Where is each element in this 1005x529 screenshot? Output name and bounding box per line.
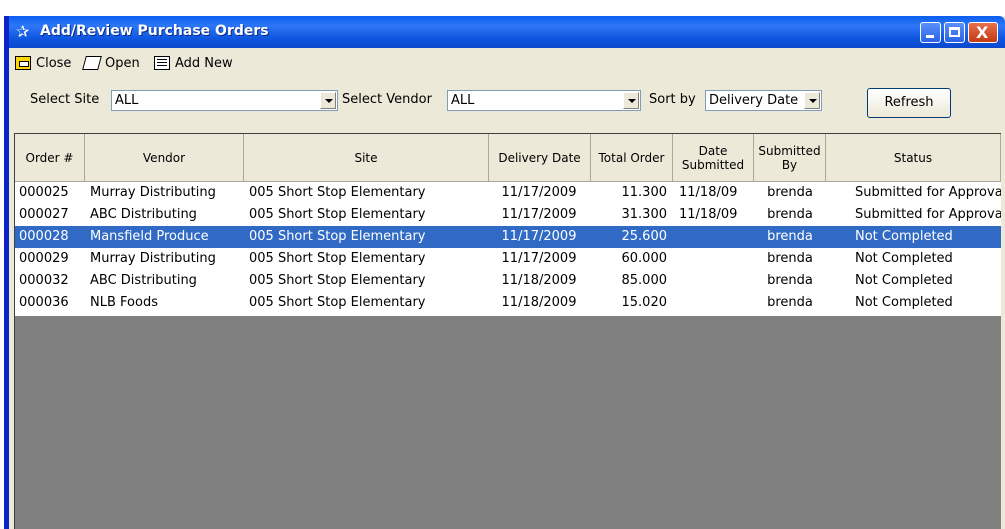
col-header-site[interactable]: Site (244, 134, 489, 182)
cell-submitted-by: brenda (767, 295, 813, 310)
cell-site: 005 Short Stop Elementary (249, 251, 426, 266)
table-row[interactable]: 000032 ABC Distributing 005 Short Stop Ele… (15, 270, 1001, 292)
grid-rows: 000025 Murray Distributing 005 Short Stop … (15, 182, 1001, 316)
chevron-down-icon[interactable] (320, 92, 336, 109)
minimize-icon (926, 35, 934, 38)
close-window-button[interactable]: X (968, 22, 998, 43)
vendor-select-value: ALL (451, 93, 475, 108)
cell-vendor: NLB Foods (90, 295, 158, 310)
cell-total-order: 25.600 (621, 229, 668, 244)
table-row[interactable]: 000036 NLB Foods 005 Short Stop Elementary… (15, 292, 1001, 314)
cell-status: Submitted for Approval (855, 185, 1001, 200)
site-select-value: ALL (115, 93, 139, 108)
cell-site: 005 Short Stop Elementary (249, 229, 426, 244)
star-icon: ✰ (16, 22, 30, 41)
cell-total-order: 60.000 (621, 251, 668, 266)
cell-delivery-date: 11/18/2009 (501, 295, 577, 310)
sort-by-value: Delivery Date (709, 93, 799, 108)
cell-delivery-date: 11/17/2009 (501, 251, 577, 266)
cell-date-submitted (679, 226, 751, 248)
col-header-order[interactable]: Order # (15, 134, 85, 182)
cell-site: 005 Short Stop Elementary (249, 295, 426, 310)
cell-site: 005 Short Stop Elementary (249, 273, 426, 288)
cell-date-submitted: 11/18/09 (679, 207, 738, 222)
maximize-button[interactable] (944, 22, 965, 43)
cell-total-order: 15.020 (621, 295, 668, 310)
chevron-down-icon[interactable] (623, 92, 639, 109)
cell-site: 005 Short Stop Elementary (249, 207, 426, 222)
refresh-button[interactable]: Refresh (867, 88, 951, 118)
cell-order: 000036 (19, 295, 69, 310)
cell-status: Submitted for Approval (855, 207, 1001, 222)
orders-grid: Order # Vendor Site Delivery Date Total … (14, 133, 1001, 529)
close-form-icon (15, 56, 31, 70)
cell-total-order: 85.000 (621, 273, 668, 288)
table-row[interactable]: 000027 ABC Distributing 005 Short Stop Ele… (15, 204, 1001, 226)
cell-vendor: Murray Distributing (90, 251, 216, 266)
add-new-label: Add New (175, 55, 233, 71)
cell-site: 005 Short Stop Elementary (249, 185, 426, 200)
add-document-icon (154, 56, 170, 70)
cell-submitted-by: brenda (767, 207, 813, 222)
cell-delivery-date: 11/17/2009 (501, 229, 577, 244)
col-header-submitted-by[interactable]: Submitted By (754, 134, 826, 182)
select-vendor-label: Select Vendor (342, 92, 432, 107)
cell-status: Not Completed (855, 229, 953, 244)
open-label: Open (105, 55, 140, 71)
grid-header: Order # Vendor Site Delivery Date Total … (15, 134, 1001, 182)
close-button[interactable]: Close (15, 53, 71, 73)
open-button[interactable]: Open (82, 53, 140, 73)
toolbar: Close Open Add New (9, 49, 1005, 75)
cell-vendor: ABC Distributing (90, 207, 197, 222)
cell-vendor: Mansfield Produce (90, 229, 209, 244)
cell-date-submitted (679, 292, 751, 314)
cell-date-submitted: 11/18/09 (679, 185, 738, 200)
add-new-button[interactable]: Add New (154, 53, 233, 73)
table-row[interactable]: 000029 Murray Distributing 005 Short Stop … (15, 248, 1001, 270)
maximize-icon (949, 27, 960, 37)
filter-bar: Select Site ALL Select Vendor ALL Sort b… (9, 78, 1005, 138)
cell-date-submitted (679, 270, 751, 292)
cell-submitted-by: brenda (767, 251, 813, 266)
cell-delivery-date: 11/17/2009 (501, 185, 577, 200)
close-label: Close (36, 55, 72, 71)
cell-order: 000027 (19, 207, 69, 222)
window-left-border (4, 16, 9, 529)
site-select[interactable]: ALL (111, 90, 338, 111)
cell-status: Not Completed (855, 273, 953, 288)
cell-order: 000032 (19, 273, 69, 288)
window-title: Add/Review Purchase Orders (40, 23, 269, 39)
table-row[interactable]: 000028 Mansfield Produce 005 Short Stop El… (15, 226, 1001, 248)
cell-order: 000028 (19, 229, 69, 244)
vendor-select[interactable]: ALL (447, 90, 641, 111)
cell-submitted-by: brenda (767, 273, 813, 288)
table-row[interactable]: 000025 Murray Distributing 005 Short Stop … (15, 182, 1001, 204)
cell-status: Not Completed (855, 251, 953, 266)
open-folder-icon (82, 56, 102, 70)
col-header-vendor[interactable]: Vendor (85, 134, 244, 182)
cell-status: Not Completed (855, 295, 953, 310)
cell-total-order: 31.300 (621, 207, 668, 222)
sort-by-label: Sort by (649, 92, 696, 107)
minimize-button[interactable] (920, 22, 941, 43)
title-bar[interactable]: ✰ Add/Review Purchase Orders X (4, 16, 1005, 48)
col-header-total-order[interactable]: Total Order (591, 134, 673, 182)
cell-order: 000029 (19, 251, 69, 266)
select-site-label: Select Site (30, 92, 100, 107)
cell-delivery-date: 11/17/2009 (501, 207, 577, 222)
cell-date-submitted (679, 248, 751, 270)
cell-delivery-date: 11/18/2009 (501, 273, 577, 288)
cell-vendor: ABC Distributing (90, 273, 197, 288)
col-header-status[interactable]: Status (826, 134, 1001, 182)
close-icon: X (976, 23, 989, 42)
chevron-down-icon[interactable] (804, 92, 820, 109)
col-header-date-submitted[interactable]: Date Submitted (673, 134, 754, 182)
col-header-delivery-date[interactable]: Delivery Date (489, 134, 591, 182)
cell-submitted-by: brenda (767, 229, 813, 244)
cell-order: 000025 (19, 185, 69, 200)
cell-submitted-by: brenda (767, 185, 813, 200)
cell-vendor: Murray Distributing (90, 185, 216, 200)
cell-total-order: 11.300 (621, 185, 668, 200)
sort-by-select[interactable]: Delivery Date (705, 90, 822, 111)
